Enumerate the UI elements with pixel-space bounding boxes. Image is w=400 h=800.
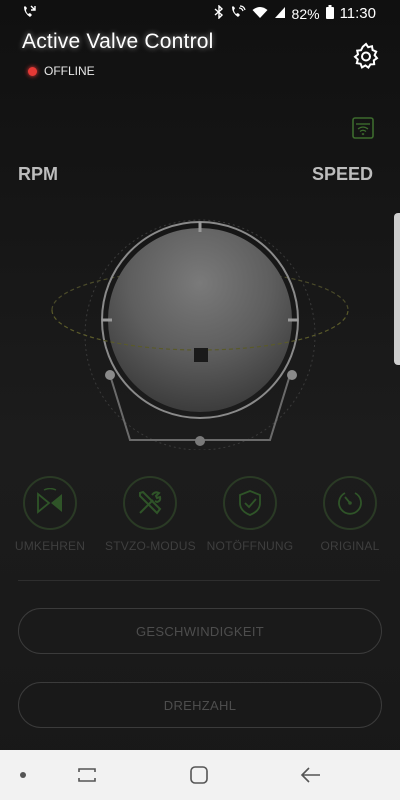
speed-label: SPEED [311, 164, 373, 184]
valve-disc [108, 228, 292, 412]
gauge-bottom-knob [195, 436, 205, 446]
shield-check-icon [239, 490, 261, 516]
recents-button[interactable] [74, 762, 100, 788]
original-circle [323, 476, 377, 530]
tools-icon [139, 490, 162, 515]
system-nav-bar [0, 750, 400, 800]
settings-button[interactable] [350, 40, 382, 72]
wireless-box-icon [352, 117, 374, 139]
clock: 11:30 [339, 5, 376, 22]
recents-icon [78, 768, 96, 782]
rpm-label: RPM [18, 164, 58, 184]
signal-icon [274, 6, 286, 22]
wifi-calling-icon [230, 5, 246, 22]
battery-percent: 82% [291, 5, 320, 22]
battery-icon [325, 5, 334, 22]
remote-mode-button[interactable] [352, 117, 374, 139]
rpm-button[interactable]: DREHZAHL [18, 682, 382, 728]
divider [18, 580, 380, 581]
edge-panel-handle[interactable] [394, 213, 400, 365]
gear-icon [353, 42, 379, 70]
wifi-icon [252, 6, 268, 22]
emergency-label: NOTÖFFNUNG [206, 539, 294, 553]
reverse-button[interactable]: UMKEHREN [5, 476, 95, 553]
back-button[interactable] [298, 762, 324, 788]
status-bar: 82% 11:30 [0, 0, 400, 28]
home-icon [190, 766, 208, 784]
connection-status: OFFLINE [28, 64, 95, 78]
back-icon [300, 767, 320, 783]
speed-button[interactable]: GESCHWINDIGKEIT [18, 608, 382, 654]
status-indicator-icon [28, 66, 37, 76]
reverse-icon [37, 488, 62, 514]
gauge-left-knob [105, 370, 115, 380]
reverse-label: UMKEHREN [14, 539, 86, 553]
action-buttons: UMKEHREN STVZO-MODUS NOTÖFFNUNG ORIGINAL [0, 476, 400, 566]
emergency-open-button[interactable]: NOTÖFFNUNG [205, 476, 295, 553]
reverse-circle [23, 476, 77, 530]
app-screen: 82% 11:30 Active Valve Control OFFLINE R… [0, 0, 400, 800]
gauge-center-marker [194, 348, 208, 362]
gauge-right-knob [287, 370, 297, 380]
page-title: Active Valve Control [22, 30, 214, 53]
original-button[interactable]: ORIGINAL [305, 476, 395, 553]
original-label: ORIGINAL [320, 539, 380, 553]
gauge-dial-icon [338, 492, 362, 515]
stvzo-mode-button[interactable]: STVZO-MODUS [105, 476, 196, 553]
status-icons: 82% 11:30 [214, 4, 376, 22]
connection-status-text: OFFLINE [44, 64, 95, 78]
stvzo-label: STVZO-MODUS [105, 539, 196, 553]
valve-gauge[interactable] [50, 210, 350, 451]
missed-call-icon [22, 5, 36, 22]
stvzo-circle [123, 476, 177, 530]
home-button[interactable] [186, 762, 212, 788]
nav-dot-icon[interactable] [10, 762, 36, 788]
emergency-circle [223, 476, 277, 530]
bluetooth-icon [214, 4, 224, 22]
